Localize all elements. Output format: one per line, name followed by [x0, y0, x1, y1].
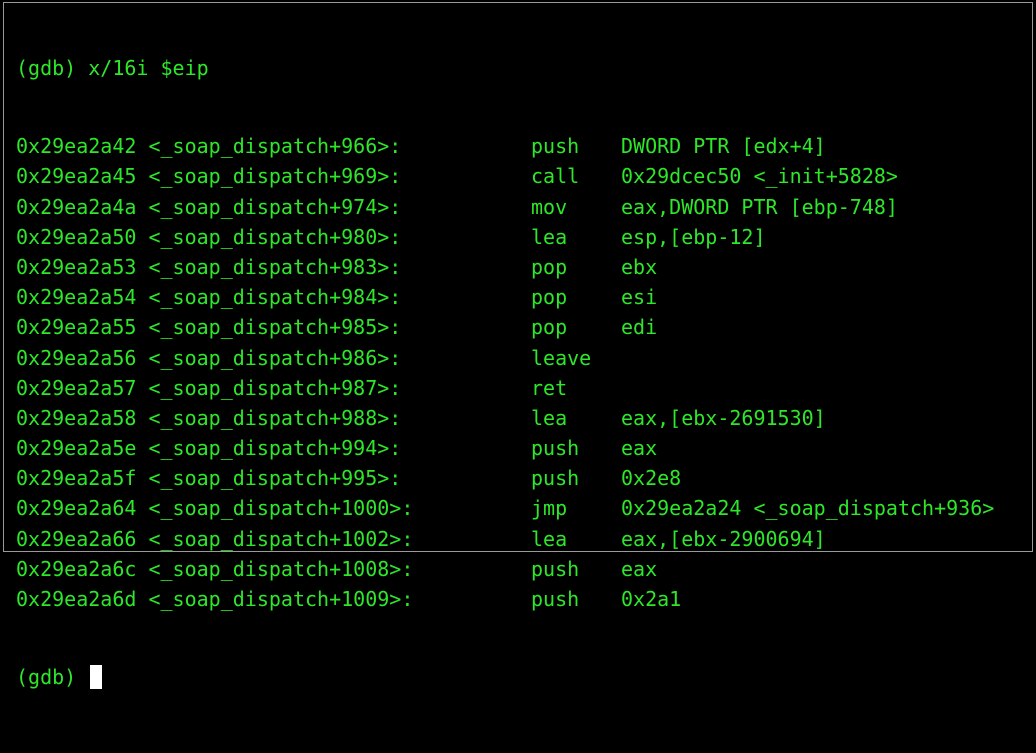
- instruction-operands: edi: [621, 315, 658, 340]
- instruction-mnemonic: jmp: [531, 496, 568, 521]
- prompt-line[interactable]: (gdb): [4, 662, 1032, 692]
- instruction-operands: eax,DWORD PTR [ebp-748]: [621, 194, 898, 219]
- gdb-prompt: (gdb): [16, 665, 89, 690]
- instruction-mnemonic: push: [531, 587, 580, 611]
- instruction-address: 0x29ea2a57 <_soap_dispatch+987>:: [16, 375, 402, 400]
- instruction-row: 0x29ea2a64 <_soap_dispatch+1000>: jmp 0x29…: [4, 493, 1032, 523]
- instruction-address: 0x29ea2a53 <_soap_dispatch+983>:: [16, 254, 402, 279]
- instruction-address: 0x29ea2a54 <_soap_dispatch+984>:: [16, 285, 402, 310]
- instruction-address: 0x29ea2a42 <_soap_dispatch+966>:: [16, 134, 402, 159]
- instruction-mnemonic: lea: [531, 526, 568, 551]
- instruction-operands: esp,[ebp-12]: [621, 224, 766, 249]
- instruction-address: 0x29ea2a66 <_soap_dispatch+1002>:: [16, 526, 414, 551]
- instruction-mnemonic: pop: [531, 285, 568, 310]
- instruction-row: 0x29ea2a5e <_soap_dispatch+994>: push eax: [4, 433, 1032, 463]
- instruction-operands: eax: [621, 556, 658, 581]
- instruction-row: 0x29ea2a66 <_soap_dispatch+1002>: lea eax,…: [4, 524, 1032, 554]
- instruction-row: 0x29ea2a54 <_soap_dispatch+984>: pop esi: [4, 282, 1032, 312]
- instruction-operands: eax: [621, 436, 658, 461]
- instruction-list: 0x29ea2a42 <_soap_dispatch+966>: push DWOR…: [4, 131, 1032, 614]
- instruction-row: 0x29ea2a42 <_soap_dispatch+966>: push DWOR…: [4, 131, 1032, 161]
- instruction-row: 0x29ea2a45 <_soap_dispatch+969>: call 0x29…: [4, 161, 1032, 191]
- instruction-row: 0x29ea2a53 <_soap_dispatch+983>: pop ebx: [4, 252, 1032, 282]
- instruction-mnemonic: mov: [531, 194, 568, 219]
- instruction-row: 0x29ea2a56 <_soap_dispatch+986>: leave: [4, 343, 1032, 373]
- command-line: (gdb) x/16i $eip: [4, 53, 1032, 83]
- instruction-mnemonic: push: [531, 436, 580, 461]
- instruction-mnemonic: ret: [531, 375, 568, 400]
- instruction-operands: 0x2e8: [621, 466, 682, 491]
- instruction-mnemonic: push: [531, 466, 580, 491]
- instruction-operands: DWORD PTR [edx+4]: [621, 134, 826, 159]
- instruction-address: 0x29ea2a56 <_soap_dispatch+986>:: [16, 345, 402, 370]
- instruction-row: 0x29ea2a6d <_soap_dispatch+1009>: push 0x2…: [4, 584, 1032, 614]
- instruction-operands: ebx: [621, 254, 658, 279]
- instruction-mnemonic: leave: [531, 345, 592, 370]
- instruction-mnemonic: pop: [531, 254, 568, 279]
- instruction-operands: 0x29ea2a24 <_soap_dispatch+936>: [621, 496, 995, 521]
- instruction-operands: eax,[ebx-2691530]: [621, 405, 826, 430]
- instruction-address: 0x29ea2a5f <_soap_dispatch+995>:: [16, 466, 402, 491]
- command-text: (gdb) x/16i $eip: [16, 56, 209, 80]
- instruction-address: 0x29ea2a6d <_soap_dispatch+1009>:: [16, 587, 414, 611]
- instruction-row: 0x29ea2a57 <_soap_dispatch+987>: ret: [4, 373, 1032, 403]
- instruction-row: 0x29ea2a6c <_soap_dispatch+1008>: push eax: [4, 554, 1032, 584]
- instruction-row: 0x29ea2a4a <_soap_dispatch+974>: mov eax,D…: [4, 192, 1032, 222]
- instruction-address: 0x29ea2a5e <_soap_dispatch+994>:: [16, 436, 402, 461]
- instruction-row: 0x29ea2a50 <_soap_dispatch+980>: lea esp,[…: [4, 222, 1032, 252]
- instruction-address: 0x29ea2a50 <_soap_dispatch+980>:: [16, 224, 402, 249]
- instruction-operands: 0x29dcec50 <_init+5828>: [621, 164, 898, 189]
- instruction-mnemonic: push: [531, 556, 580, 581]
- instruction-address: 0x29ea2a6c <_soap_dispatch+1008>:: [16, 556, 414, 581]
- instruction-row: 0x29ea2a58 <_soap_dispatch+988>: lea eax,[…: [4, 403, 1032, 433]
- instruction-mnemonic: call: [531, 164, 580, 189]
- instruction-address: 0x29ea2a64 <_soap_dispatch+1000>:: [16, 496, 414, 521]
- instruction-operands: esi: [621, 285, 658, 310]
- instruction-address: 0x29ea2a4a <_soap_dispatch+974>:: [16, 194, 402, 219]
- instruction-operands: 0x2a1: [621, 587, 682, 611]
- instruction-mnemonic: lea: [531, 224, 568, 249]
- instruction-address: 0x29ea2a55 <_soap_dispatch+985>:: [16, 315, 402, 340]
- instruction-row: 0x29ea2a55 <_soap_dispatch+985>: pop edi: [4, 312, 1032, 342]
- instruction-mnemonic: pop: [531, 315, 568, 340]
- instruction-mnemonic: lea: [531, 405, 568, 430]
- instruction-row: 0x29ea2a5f <_soap_dispatch+995>: push 0x2e…: [4, 463, 1032, 493]
- instruction-mnemonic: push: [531, 134, 580, 159]
- instruction-address: 0x29ea2a58 <_soap_dispatch+988>:: [16, 405, 402, 430]
- instruction-address: 0x29ea2a45 <_soap_dispatch+969>:: [16, 164, 402, 189]
- terminal-window[interactable]: (gdb) x/16i $eip 0x29ea2a42 <_soap_dispa…: [3, 2, 1033, 689]
- instruction-operands: eax,[ebx-2900694]: [621, 526, 826, 551]
- text-cursor: [90, 664, 103, 689]
